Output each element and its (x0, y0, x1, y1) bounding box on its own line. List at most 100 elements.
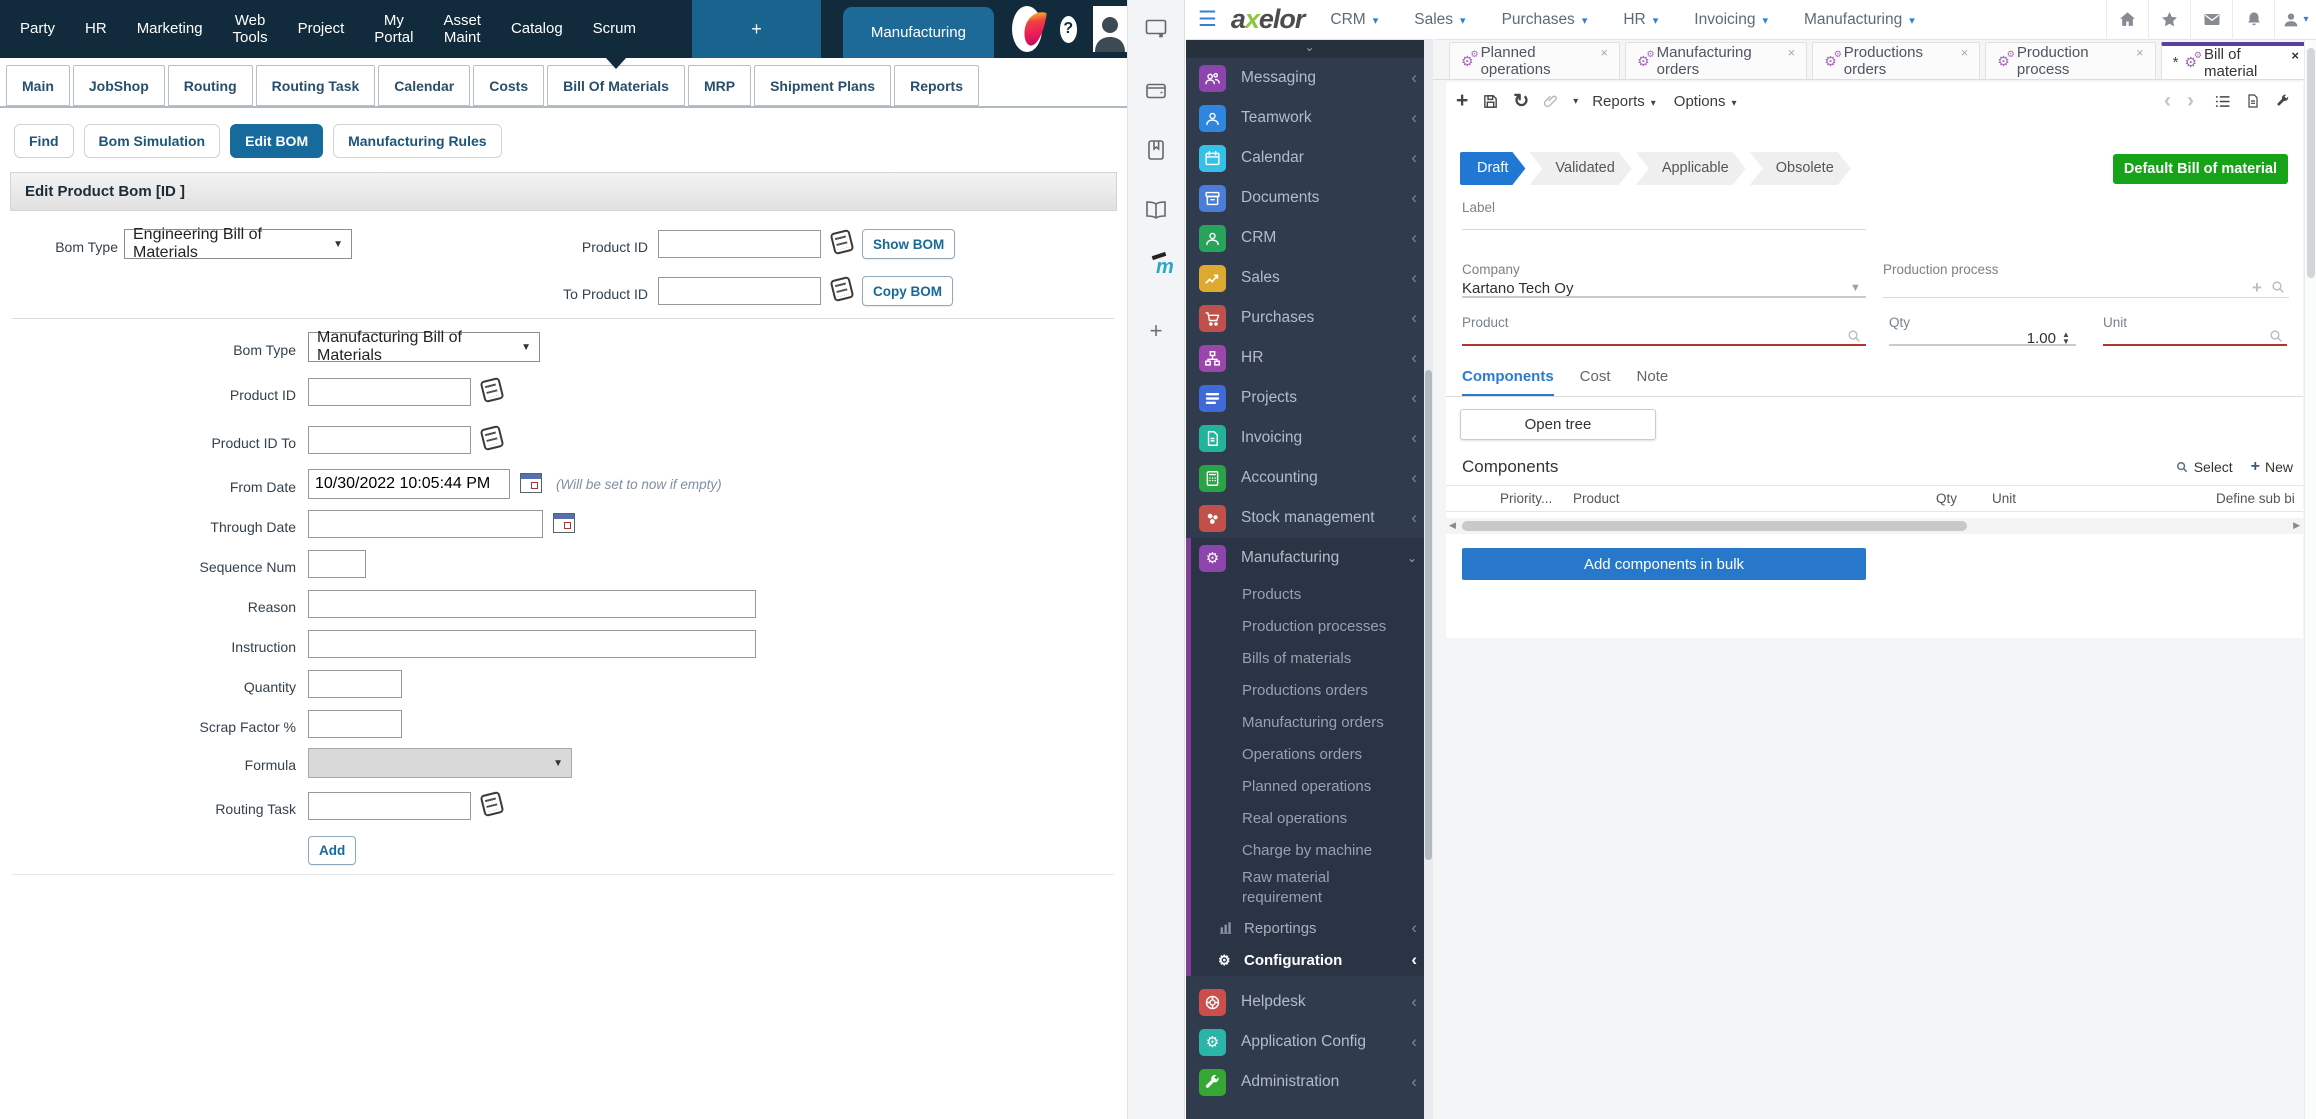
tab-components[interactable]: Components (1462, 368, 1554, 397)
user-avatar[interactable] (1093, 6, 1127, 52)
scroll-right-icon[interactable]: ▶ (2293, 520, 2300, 531)
lookup-icon[interactable] (479, 376, 505, 404)
status-draft[interactable]: Draft (1460, 152, 1525, 185)
add-button[interactable]: Add (308, 836, 357, 865)
col-unit[interactable]: Unit (1992, 491, 2016, 506)
help-icon[interactable]: ? (1059, 15, 1077, 43)
new-app-tab-button[interactable]: + (692, 0, 821, 58)
search-icon[interactable] (1846, 328, 1862, 344)
tab-jobshop[interactable]: JobShop (72, 65, 165, 106)
close-icon[interactable] (1961, 43, 1969, 63)
through-date-input[interactable] (308, 510, 543, 538)
lookup-icon[interactable] (829, 228, 855, 256)
nav-marketing[interactable]: Marketing (137, 20, 203, 37)
add-components-in-bulk-button[interactable]: Add components in bulk (1462, 548, 1866, 580)
product-id-to-input[interactable] (308, 426, 471, 454)
sequence-num-input[interactable] (308, 550, 366, 578)
production-process-input[interactable] (1883, 272, 2289, 298)
menu-crm[interactable]: CRM (1330, 11, 1378, 29)
status-obsolete[interactable]: Obsolete (1750, 152, 1851, 185)
sidebar-item-reportings[interactable]: Reportings (1191, 912, 1433, 944)
sidebar-item-documents[interactable]: Documents (1186, 178, 1433, 218)
add-icon[interactable]: + (2252, 278, 2262, 298)
home-icon[interactable] (2106, 0, 2148, 40)
sidebar-item-calendar[interactable]: Calendar (1186, 138, 1433, 178)
nav-party[interactable]: Party (20, 20, 55, 37)
tab-routing[interactable]: Routing (167, 65, 253, 106)
copy-bom-button[interactable]: Copy BOM (862, 276, 953, 306)
nav-project[interactable]: Project (298, 20, 345, 37)
options-menu[interactable]: Options (1674, 93, 1737, 110)
calendar-icon[interactable] (553, 513, 575, 533)
unit-input[interactable] (2103, 320, 2287, 346)
col-priority[interactable]: Priority... (1500, 491, 1552, 506)
sidebar-item-accounting[interactable]: Accounting (1186, 458, 1433, 498)
user-menu-icon[interactable]: ▾ (2274, 0, 2316, 40)
sidebar-subitem-production-processes[interactable]: Production processes (1191, 610, 1433, 642)
status-validated[interactable]: Validated (1529, 152, 1631, 185)
sidebar-subitem-raw-material-requirement[interactable]: Raw material requirement (1191, 866, 1361, 912)
subtab-manufacturing-rules[interactable]: Manufacturing Rules (333, 124, 502, 158)
tab-manufacturing-orders[interactable]: Manufacturing orders (1625, 42, 1808, 79)
sidebar-item-configuration[interactable]: ⚙ Configuration (1191, 944, 1433, 976)
qty-input[interactable] (1889, 320, 2076, 346)
tab-shipment-plans[interactable]: Shipment Plans (754, 65, 892, 106)
tab-mrp[interactable]: MRP (687, 65, 752, 106)
tab-production-process[interactable]: Production process (1985, 42, 2156, 79)
wrench-icon[interactable] (2275, 93, 2291, 109)
quantity-input[interactable] (308, 670, 402, 698)
scrap-factor-input[interactable] (308, 710, 402, 738)
tab-routing-task[interactable]: Routing Task (255, 65, 376, 106)
tab-productions-orders[interactable]: Productions orders (1812, 42, 1981, 79)
sidebar-subitem-productions-orders[interactable]: Productions orders (1191, 674, 1433, 706)
col-qty[interactable]: Qty (1936, 491, 1957, 506)
to-product-id-input[interactable] (658, 277, 821, 305)
menu-sales[interactable]: Sales (1414, 11, 1465, 29)
tab-main[interactable]: Main (6, 65, 70, 106)
bell-icon[interactable] (2232, 0, 2274, 40)
tab-planned-operations[interactable]: Planned operations (1449, 42, 1621, 79)
sidebar-item-administration[interactable]: Administration (1186, 1062, 1433, 1102)
scrollbar-thumb[interactable] (1462, 521, 1967, 531)
mail-icon[interactable] (2190, 0, 2232, 40)
scroll-left-icon[interactable]: ◀ (1449, 520, 1456, 531)
tab-costs[interactable]: Costs (473, 65, 545, 106)
sidebar-item-invoicing[interactable]: Invoicing (1186, 418, 1433, 458)
sidebar-subitem-operations-orders[interactable]: Operations orders (1191, 738, 1433, 770)
tab-calendar[interactable]: Calendar (378, 65, 471, 106)
nav-catalog[interactable]: Catalog (511, 20, 563, 37)
sidebar-collapse-chevron[interactable]: ⌄ (1186, 40, 1433, 58)
search-icon[interactable] (2268, 328, 2284, 344)
chevron-down-icon[interactable]: ▾ (1573, 96, 1578, 107)
lookup-icon[interactable] (479, 424, 505, 452)
product-id-input[interactable] (658, 230, 821, 258)
save-icon[interactable] (1482, 93, 1499, 110)
form-view-icon[interactable] (2245, 93, 2261, 109)
sidebar-subitem-real-operations[interactable]: Real operations (1191, 802, 1433, 834)
sidebar-subitem-planned-operations[interactable]: Planned operations (1191, 770, 1433, 802)
nav-myportal[interactable]: My Portal (374, 12, 413, 47)
tab-bill-of-materials[interactable]: Bill Of Materials (547, 65, 685, 106)
subtab-find[interactable]: Find (14, 124, 74, 158)
company-select[interactable] (1462, 272, 1866, 298)
sidebar-item-crm[interactable]: CRM (1186, 218, 1433, 258)
formula-select[interactable]: ▼ (308, 748, 572, 778)
horizontal-scrollbar[interactable]: ◀ ▶ (1446, 518, 2303, 534)
tab-reports[interactable]: Reports (894, 65, 979, 106)
sidebar-item-helpdesk[interactable]: Helpdesk (1186, 982, 1433, 1022)
from-date-input[interactable] (308, 469, 510, 499)
col-define-sub[interactable]: Define sub bi (2216, 491, 2295, 506)
status-applicable[interactable]: Applicable (1636, 152, 1746, 185)
search-icon[interactable] (2270, 279, 2286, 295)
show-bom-button[interactable]: Show BOM (862, 229, 956, 259)
star-icon[interactable] (2148, 0, 2190, 40)
list-view-icon[interactable] (2214, 93, 2231, 110)
sidebar-subitem-bills-of-materials[interactable]: Bills of materials (1191, 642, 1433, 674)
sidebar-subitem-charge-by-machine[interactable]: Charge by machine (1191, 834, 1433, 866)
sidebar-item-stock-management[interactable]: Stock management (1186, 498, 1433, 538)
routing-task-input[interactable] (308, 792, 471, 820)
bom-type-select[interactable]: Manufacturing Bill of Materials ▼ (308, 329, 540, 364)
wallet-icon[interactable] (1144, 78, 1168, 102)
lookup-icon[interactable] (829, 275, 855, 303)
reports-menu[interactable]: Reports (1592, 93, 1656, 110)
